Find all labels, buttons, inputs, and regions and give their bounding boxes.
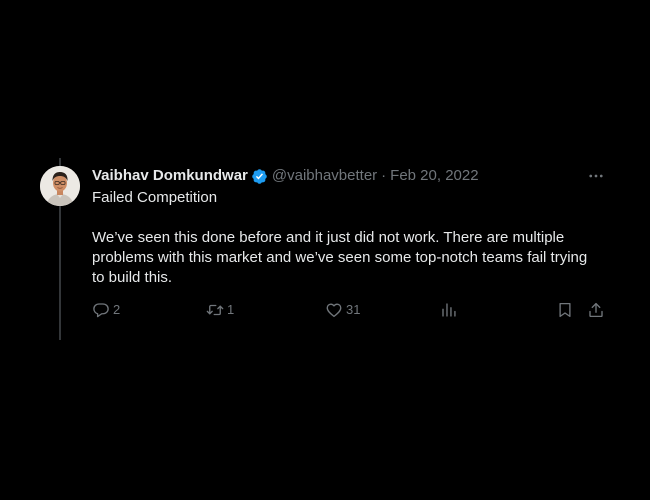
reply-count: 2 (113, 302, 121, 317)
author-display-name[interactable]: Vaibhav Domkundwar (92, 166, 248, 186)
more-icon (589, 174, 603, 178)
header-separator: · (381, 167, 387, 184)
verified-badge-icon[interactable] (251, 168, 268, 185)
retweet-button[interactable]: 1 (206, 300, 234, 320)
retweet-count: 1 (227, 302, 235, 317)
tweet-text-body: We’ve seen this done before and it just … (92, 229, 588, 286)
bookmark-button[interactable] (556, 300, 574, 320)
views-button[interactable] (440, 300, 458, 320)
heart-icon (326, 303, 342, 318)
tweet-text: Failed Competition We’ve seen this done … (92, 188, 592, 288)
avatar-image (40, 166, 80, 206)
tweet-date[interactable]: Feb 20, 2022 (390, 166, 478, 186)
like-button[interactable]: 31 (325, 300, 360, 320)
tweet-header: Vaibhav Domkundwar @vaibhavbetter · Feb … (92, 166, 479, 186)
bookmark-icon (559, 302, 571, 318)
reply-button[interactable]: 2 (92, 300, 120, 320)
share-button[interactable] (587, 300, 605, 320)
tweet-actions: 2 1 31 (0, 300, 650, 320)
share-icon (589, 302, 603, 318)
retweet-icon (206, 304, 224, 316)
author-handle[interactable]: @vaibhavbetter (272, 166, 377, 186)
reply-icon (93, 303, 109, 318)
more-button[interactable] (586, 166, 606, 186)
analytics-icon (442, 303, 456, 317)
avatar[interactable] (40, 166, 80, 206)
tweet-text-title: Failed Competition (92, 189, 218, 206)
like-count: 31 (346, 302, 361, 317)
